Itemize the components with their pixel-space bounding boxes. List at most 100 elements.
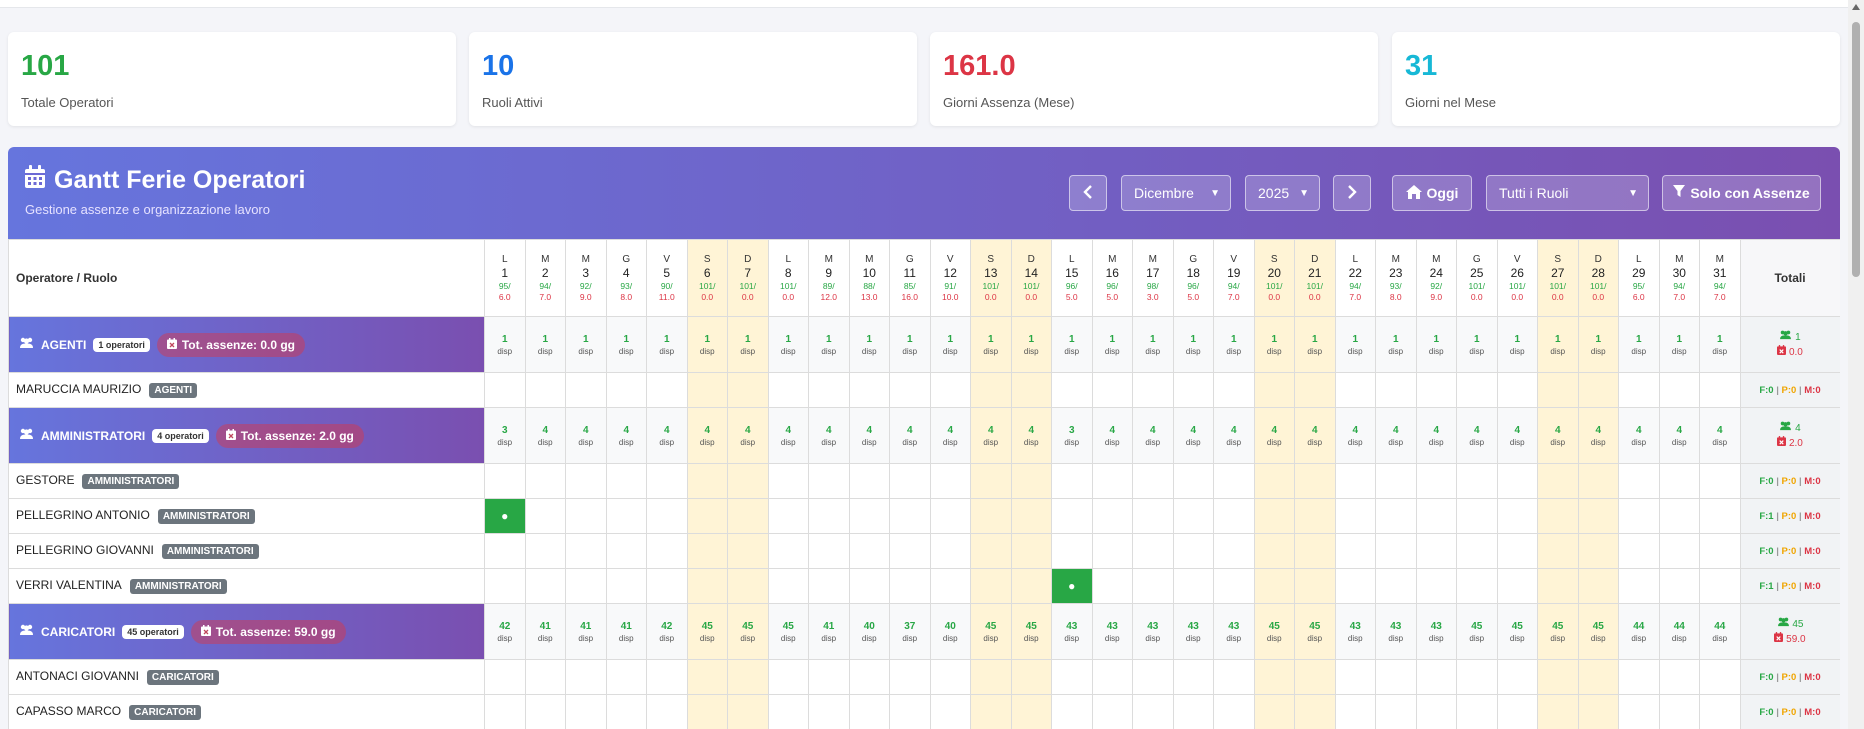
day-cell[interactable]: [565, 568, 607, 604]
prev-month-button[interactable]: [1069, 175, 1107, 211]
day-cell[interactable]: [524, 694, 566, 729]
day-cell[interactable]: [889, 533, 931, 569]
day-cell[interactable]: [686, 694, 728, 729]
absence-cell[interactable]: ●: [484, 498, 526, 534]
day-cell[interactable]: [889, 568, 931, 604]
day-cell[interactable]: [1294, 659, 1336, 695]
day-cell[interactable]: [1699, 372, 1741, 408]
day-cell[interactable]: [1699, 659, 1741, 695]
day-cell[interactable]: [1334, 463, 1376, 499]
day-cell[interactable]: [1699, 463, 1741, 499]
day-cell[interactable]: [646, 498, 688, 534]
day-cell[interactable]: [1618, 372, 1660, 408]
day-cell[interactable]: [1172, 659, 1214, 695]
day-cell[interactable]: [1132, 568, 1174, 604]
day-cell[interactable]: [970, 533, 1012, 569]
day-cell[interactable]: [1172, 568, 1214, 604]
day-cell[interactable]: [1375, 568, 1417, 604]
absence-cell[interactable]: ●: [1051, 568, 1093, 604]
day-cell[interactable]: [1091, 694, 1133, 729]
day-cell[interactable]: [646, 372, 688, 408]
day-cell[interactable]: [1213, 498, 1255, 534]
page-scrollbar[interactable]: [1848, 0, 1864, 729]
day-cell[interactable]: [1577, 659, 1619, 695]
day-cell[interactable]: [1253, 533, 1295, 569]
day-cell[interactable]: [484, 694, 526, 729]
operator-name-cell[interactable]: PELLEGRINO GIOVANNI AMMINISTRATORI: [8, 533, 485, 569]
day-cell[interactable]: [1456, 694, 1498, 729]
day-cell[interactable]: [848, 659, 890, 695]
day-cell[interactable]: [1172, 498, 1214, 534]
day-cell[interactable]: [1253, 694, 1295, 729]
day-cell[interactable]: [565, 372, 607, 408]
day-cell[interactable]: [1051, 694, 1093, 729]
day-cell[interactable]: [1537, 694, 1579, 729]
day-cell[interactable]: [1415, 694, 1457, 729]
day-cell[interactable]: [1375, 463, 1417, 499]
day-cell[interactable]: [1496, 498, 1538, 534]
day-cell[interactable]: [686, 372, 728, 408]
day-cell[interactable]: [1091, 463, 1133, 499]
day-cell[interactable]: [1496, 533, 1538, 569]
operator-name-cell[interactable]: ANTONACI GIOVANNI CARICATORI: [8, 659, 485, 695]
day-cell[interactable]: [1091, 533, 1133, 569]
day-cell[interactable]: [1010, 463, 1052, 499]
day-cell[interactable]: [1496, 463, 1538, 499]
day-cell[interactable]: [605, 533, 647, 569]
group-name-cell[interactable]: AGENTI 1 operatori Tot. assenze: 0.0 gg: [8, 316, 485, 373]
today-button[interactable]: Oggi: [1392, 175, 1472, 211]
day-cell[interactable]: [1618, 498, 1660, 534]
day-cell[interactable]: [848, 372, 890, 408]
day-cell[interactable]: [646, 463, 688, 499]
day-cell[interactable]: [1010, 659, 1052, 695]
day-cell[interactable]: [1618, 568, 1660, 604]
day-cell[interactable]: [1334, 533, 1376, 569]
scrollbar-thumb[interactable]: [1852, 22, 1860, 277]
day-cell[interactable]: [484, 463, 526, 499]
day-cell[interactable]: [1132, 463, 1174, 499]
day-cell[interactable]: [484, 533, 526, 569]
day-cell[interactable]: [1091, 659, 1133, 695]
day-cell[interactable]: [1496, 372, 1538, 408]
day-cell[interactable]: [1334, 568, 1376, 604]
day-cell[interactable]: [1253, 463, 1295, 499]
day-cell[interactable]: [1577, 533, 1619, 569]
scroll-up-icon[interactable]: [1852, 4, 1860, 10]
day-cell[interactable]: [1537, 568, 1579, 604]
day-cell[interactable]: [1010, 568, 1052, 604]
operator-row[interactable]: PELLEGRINO GIOVANNI AMMINISTRATORI F:0 | P…: [8, 533, 1840, 569]
day-cell[interactable]: [524, 372, 566, 408]
absences-only-button[interactable]: Solo con Assenze: [1662, 175, 1821, 211]
day-cell[interactable]: [929, 533, 971, 569]
day-cell[interactable]: [767, 533, 809, 569]
day-cell[interactable]: [970, 498, 1012, 534]
day-cell[interactable]: [646, 694, 688, 729]
day-cell[interactable]: [1658, 694, 1700, 729]
day-cell[interactable]: [1253, 498, 1295, 534]
day-cell[interactable]: [1213, 372, 1255, 408]
day-cell[interactable]: [1496, 659, 1538, 695]
day-cell[interactable]: [1456, 533, 1498, 569]
day-cell[interactable]: [1456, 568, 1498, 604]
year-select[interactable]: 2025 ▼: [1245, 175, 1320, 211]
day-cell[interactable]: [727, 463, 769, 499]
operator-name-cell[interactable]: CAPASSO MARCO CARICATORI: [8, 694, 485, 729]
day-cell[interactable]: [1253, 659, 1295, 695]
day-cell[interactable]: [1294, 372, 1336, 408]
next-month-button[interactable]: [1333, 175, 1371, 211]
day-cell[interactable]: [1213, 533, 1255, 569]
day-cell[interactable]: [1496, 694, 1538, 729]
group-name-cell[interactable]: CARICATORI 45 operatori Tot. assenze: 59.0…: [8, 603, 485, 660]
operator-name-cell[interactable]: MARUCCIA MAURIZIO AGENTI: [8, 372, 485, 408]
day-cell[interactable]: [1699, 694, 1741, 729]
day-cell[interactable]: [1334, 498, 1376, 534]
day-cell[interactable]: [1415, 498, 1457, 534]
day-cell[interactable]: [484, 568, 526, 604]
operator-row[interactable]: MARUCCIA MAURIZIO AGENTI F:0 | P:0 | M:0: [8, 372, 1840, 408]
day-cell[interactable]: [1415, 533, 1457, 569]
day-cell[interactable]: [565, 498, 607, 534]
operator-name-cell[interactable]: PELLEGRINO ANTONIO AMMINISTRATORI: [8, 498, 485, 534]
day-cell[interactable]: [524, 533, 566, 569]
day-cell[interactable]: [524, 568, 566, 604]
day-cell[interactable]: [565, 694, 607, 729]
